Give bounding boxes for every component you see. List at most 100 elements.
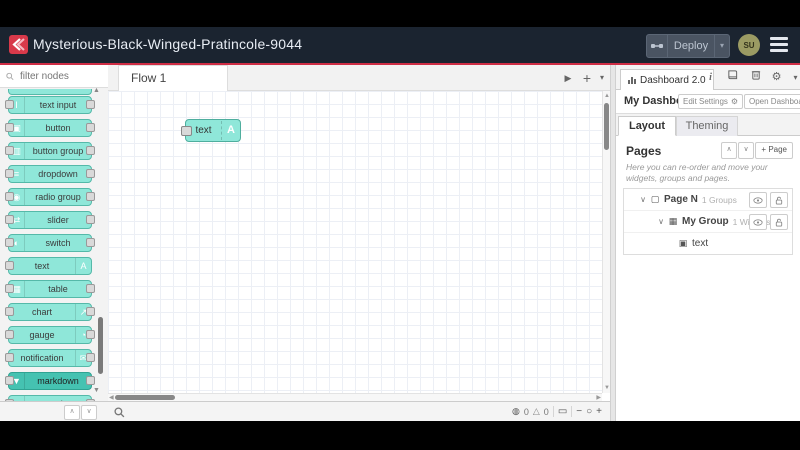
- lock-button[interactable]: [770, 214, 788, 230]
- flow-tab[interactable]: Flow 1: [118, 65, 228, 91]
- flow-canvas[interactable]: A text: [108, 91, 602, 393]
- palette-node-partial-top[interactable]: [8, 89, 92, 95]
- flow-menu-chevron-icon[interactable]: ▾: [596, 65, 608, 91]
- collapse-categories-button[interactable]: ∧: [64, 405, 80, 420]
- info-icon: i: [709, 72, 712, 83]
- visibility-button[interactable]: [749, 214, 767, 230]
- warning-icon[interactable]: △: [533, 406, 540, 417]
- canvas-vertical-scrollbar[interactable]: ▲ ▼: [602, 91, 610, 393]
- lock-icon: [775, 196, 783, 205]
- palette-node-text-input[interactable]: I text input: [5, 96, 95, 114]
- pages-tree: ∨ ▢ Page N 1 Groups ∨ ▦ My Group 1 ▣ tex…: [623, 188, 793, 255]
- image-icon: ▣: [678, 238, 688, 248]
- text-node-icon: A: [221, 121, 240, 140]
- error-count: 0: [523, 406, 529, 417]
- text-icon: A: [75, 258, 91, 274]
- debug-icon: [751, 71, 760, 80]
- zoom-out-icon[interactable]: −: [576, 402, 582, 421]
- collapse-chevron-icon[interactable]: ∨: [638, 195, 648, 204]
- deploy-label: Deploy: [673, 40, 709, 52]
- letterbox-top: [0, 0, 800, 27]
- eye-icon: [753, 218, 763, 226]
- deploy-options-chevron-icon[interactable]: ▾: [714, 35, 729, 57]
- palette-scrollbar[interactable]: [98, 317, 103, 374]
- move-down-button[interactable]: ∨: [738, 142, 754, 159]
- add-page-button[interactable]: + Page: [755, 142, 793, 159]
- palette-node-markdown[interactable]: ▼ markdown: [5, 372, 95, 390]
- zoom-in-icon[interactable]: +: [596, 402, 602, 421]
- palette-node-radio-group[interactable]: ◉ radio group: [5, 188, 95, 206]
- palette-scroll-up-icon[interactable]: ▲: [93, 87, 100, 94]
- vertical-scroll-thumb[interactable]: [604, 103, 609, 150]
- palette-node-chart[interactable]: ↗ chart: [5, 303, 95, 321]
- tab-theming[interactable]: Theming: [676, 116, 738, 136]
- tree-row-group[interactable]: ∨ ▦ My Group 1 Widgets: [624, 211, 792, 233]
- gear-icon: ⚙: [771, 71, 782, 83]
- horizontal-scroll-thumb[interactable]: [115, 395, 175, 400]
- sidebar-header: Dashboard 2.0 i ⚙ ▾: [616, 65, 800, 91]
- node-red-logo-icon: [9, 35, 28, 54]
- page-icon: ▢: [650, 194, 660, 204]
- open-dashboard-button[interactable]: Open Dashboard ↗: [744, 94, 800, 109]
- gear-icon: ⚙: [730, 97, 739, 106]
- palette-scroll-down-icon[interactable]: ▼: [93, 387, 100, 394]
- palette-node-dropdown[interactable]: ≡ dropdown: [5, 165, 95, 183]
- edit-settings-button[interactable]: Edit Settings ⚙: [678, 94, 744, 109]
- tree-row-widget[interactable]: ▣ text: [624, 233, 792, 254]
- help-tab-button[interactable]: [724, 69, 741, 86]
- pages-heading: Pages: [626, 144, 662, 158]
- canvas-horizontal-scrollbar[interactable]: ◀ ▶: [108, 393, 602, 401]
- chevron-up-icon: ∧: [69, 408, 75, 415]
- node-palette: ▲ I text input ▣ button ▥ button group ≡…: [0, 65, 109, 401]
- node-input-port[interactable]: [181, 126, 192, 136]
- flow-tab-label: Flow 1: [131, 71, 167, 85]
- deploy-button[interactable]: Deploy ▾: [646, 34, 730, 58]
- filter-nodes-input[interactable]: [18, 69, 102, 83]
- palette-node-notification[interactable]: ✉ notification: [5, 349, 95, 367]
- sidebar-menu-button[interactable]: ▾: [787, 69, 800, 86]
- palette-search: [0, 65, 108, 88]
- move-up-button[interactable]: ∧: [721, 142, 737, 159]
- palette-node-text[interactable]: A text: [5, 257, 92, 275]
- canvas-node-text[interactable]: A text: [181, 119, 241, 142]
- chevron-down-icon: ∨: [86, 408, 92, 415]
- user-avatar[interactable]: SU: [738, 34, 760, 56]
- hamburger-icon: [770, 37, 788, 40]
- config-tab-button[interactable]: ⚙: [768, 69, 785, 86]
- palette-node-table[interactable]: ▦ table: [5, 280, 95, 298]
- error-icon[interactable]: ◍: [512, 406, 520, 417]
- add-flow-icon[interactable]: +: [578, 65, 596, 91]
- layout-theming-tabs: Layout Theming: [616, 114, 800, 136]
- instance-title: Mysterious-Black-Winged-Pratincole-9044: [33, 36, 303, 52]
- palette-node-slider[interactable]: ⇄ slider: [5, 211, 95, 229]
- navigator-icon[interactable]: ▭: [558, 402, 567, 421]
- palette-node-button[interactable]: ▣ button: [5, 119, 95, 137]
- pages-description: Here you can re-order and move your widg…: [626, 162, 768, 183]
- node-red-editor: Mysterious-Black-Winged-Pratincole-9044 …: [0, 27, 800, 421]
- search-flows-button[interactable]: [112, 405, 127, 419]
- main-menu-button[interactable]: [770, 37, 788, 52]
- chevron-up-icon: ∧: [726, 146, 732, 153]
- book-icon: [728, 70, 738, 80]
- canvas-status-controls: ◍ 0 △ 0 ▭ − ○ +: [512, 402, 602, 421]
- palette-node-switch[interactable]: ◐ switch: [5, 234, 95, 252]
- chevron-down-icon: ▾: [793, 73, 798, 82]
- zoom-reset-icon[interactable]: ○: [586, 402, 592, 421]
- info-tab-button[interactable]: i: [702, 69, 719, 86]
- letterbox-bottom: [0, 421, 800, 450]
- lock-button[interactable]: [770, 192, 788, 208]
- search-icon: [6, 72, 14, 80]
- lock-icon: [775, 218, 783, 227]
- visibility-button[interactable]: [749, 192, 767, 208]
- bar-chart-icon: [628, 77, 636, 84]
- sidebar: Dashboard 2.0 i ⚙ ▾ My Dashboard Edit Se…: [616, 65, 800, 421]
- tree-row-page[interactable]: ∨ ▢ Page N 1 Groups: [624, 189, 792, 211]
- palette-node-gauge[interactable]: ◔ gauge: [5, 326, 95, 344]
- expand-categories-button[interactable]: ∨: [81, 405, 97, 420]
- palette-node-button-group[interactable]: ▥ button group: [5, 142, 95, 160]
- debug-tab-button[interactable]: [747, 69, 764, 86]
- sidebar-tab-dashboard[interactable]: Dashboard 2.0: [620, 69, 714, 91]
- tab-layout[interactable]: Layout: [618, 116, 676, 136]
- flow-list-arrow-icon[interactable]: ▶: [560, 65, 576, 91]
- collapse-chevron-icon[interactable]: ∨: [656, 217, 666, 226]
